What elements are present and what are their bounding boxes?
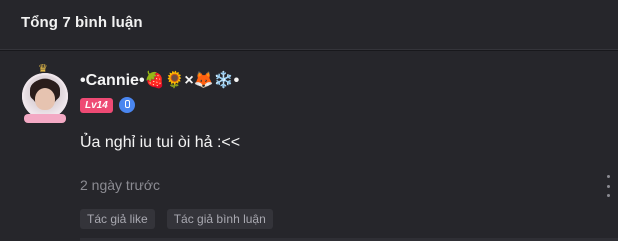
more-options-icon[interactable] xyxy=(604,175,612,197)
comment-item: ♛ •Cannie•🍓🌻×🦊❄️• Lv14 Ủa nghỉ iu tui òi… xyxy=(0,51,618,241)
comment-tags: Tác giả like Tác giả bình luận xyxy=(80,209,273,229)
avatar[interactable]: ♛ xyxy=(20,63,70,125)
verified-mic-icon xyxy=(118,97,135,113)
crown-icon: ♛ xyxy=(38,63,48,75)
tag-author-commented: Tác giả bình luận xyxy=(166,209,273,229)
avatar-frame-ribbon xyxy=(24,114,66,123)
avatar-photo[interactable] xyxy=(22,73,68,119)
comments-header: Tổng 7 bình luận xyxy=(0,0,618,50)
comment-text: Ủa nghỉ iu tui òi hả :<< xyxy=(80,134,241,151)
comment-count-title: Tổng 7 bình luận xyxy=(21,14,143,31)
comment-timestamp: 2 ngày trước xyxy=(80,177,161,193)
comment-username[interactable]: •Cannie•🍓🌻×🦊❄️• xyxy=(80,70,239,90)
user-badges: Lv14 xyxy=(80,97,135,113)
tag-author-liked: Tác giả like xyxy=(80,209,155,229)
level-badge: Lv14 xyxy=(80,97,113,113)
